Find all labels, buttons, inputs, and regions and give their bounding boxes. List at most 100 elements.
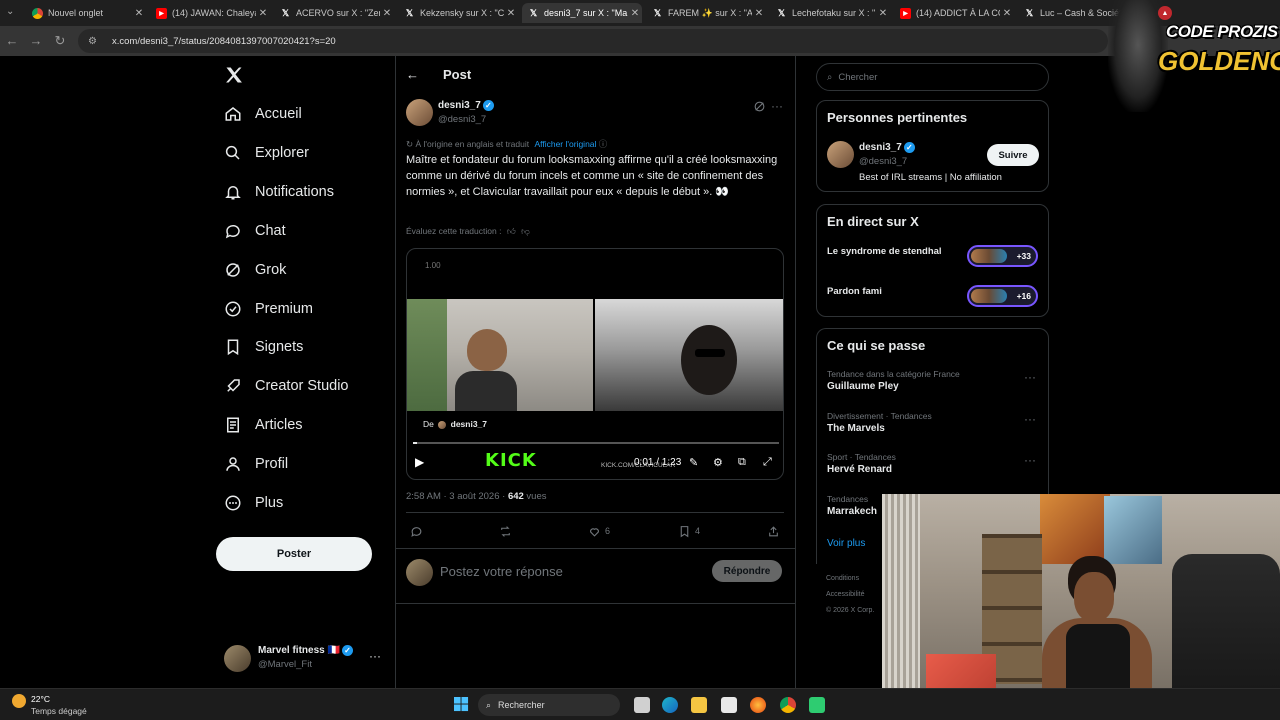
tab[interactable]: 𝕏desni3_7 sur X : "Ma ✕	[522, 3, 642, 23]
more-icon[interactable]: ···	[771, 99, 783, 113]
settings-icon[interactable]: ⚙	[713, 456, 723, 469]
tab[interactable]: ▶ (14) JAWAN: Chaleya ✕	[150, 3, 270, 23]
grok-icon[interactable]	[753, 100, 767, 114]
firefox-icon[interactable]	[750, 697, 766, 713]
sidebar-item-profil[interactable]: Profil	[224, 450, 288, 478]
author-name-row[interactable]: desni3_7 ✓	[438, 100, 494, 111]
tab[interactable]: Nouvel onglet ✕	[26, 3, 146, 23]
tab[interactable]: ▶ (14) ADDICT À LA CO ✕	[894, 3, 1014, 23]
close-icon[interactable]: ✕	[628, 8, 642, 19]
chrome-icon	[32, 7, 43, 19]
fullscreen-icon[interactable]: ⤢	[763, 456, 772, 469]
close-icon[interactable]: ✕	[1000, 8, 1014, 19]
play-icon[interactable]: ▶	[415, 455, 424, 469]
close-icon[interactable]: ✕	[256, 8, 270, 19]
file-explorer-icon[interactable]	[691, 697, 707, 713]
like-action[interactable]: 6	[588, 524, 610, 538]
bookmark-action[interactable]: 4	[678, 524, 700, 538]
search-placeholder: Chercher	[838, 71, 878, 83]
trend-name[interactable]: Guillaume Pley	[827, 381, 899, 392]
relevant-name[interactable]: desni3_7	[859, 142, 902, 153]
repost-action[interactable]	[499, 524, 516, 538]
account-switcher[interactable]: Marvel fitness 🇫🇷 ✓ @Marvel_Fit ···	[224, 643, 384, 673]
chrome-icon[interactable]	[780, 697, 796, 713]
tab[interactable]: 𝕏 Kekzensky sur X : "Cli ✕	[398, 3, 518, 23]
edge-icon[interactable]	[662, 697, 678, 713]
sidebar-item-creator-studio[interactable]: Creator Studio	[224, 372, 349, 400]
sidebar-item-grok[interactable]: Grok	[224, 256, 286, 284]
trend-name[interactable]: Hervé Renard	[827, 464, 892, 475]
video-source-user[interactable]: desni3_7	[451, 419, 487, 429]
more-icon[interactable]: ···	[1024, 412, 1036, 426]
back-arrow-icon[interactable]: ←	[4, 33, 20, 48]
author-name[interactable]: desni3_7	[438, 100, 481, 111]
video-player[interactable]: 1.00 De desni3_7 KICK KICK.COM/CLAVICULA…	[406, 248, 784, 480]
live-item[interactable]: Le syndrome de stendhal +33	[817, 245, 1048, 275]
close-icon[interactable]: ✕	[752, 8, 766, 19]
person-face-image	[1074, 572, 1114, 622]
close-icon[interactable]: ✕	[876, 8, 890, 19]
tab[interactable]: 𝕏 FAREM ✨ sur X : "Aj ✕	[646, 3, 766, 23]
live-avatars-pill[interactable]: +33	[967, 245, 1038, 267]
video-progress-track[interactable]	[413, 442, 779, 444]
rocket-icon	[224, 377, 242, 395]
reload-icon[interactable]: ↻	[52, 33, 68, 49]
sidebar-item-accueil[interactable]: Accueil	[224, 100, 302, 128]
app-icon[interactable]	[809, 697, 825, 713]
thumbs-up-icon[interactable]: 👍︎	[507, 226, 516, 236]
address-bar[interactable]: ⚙ x.com/desni3_7/status/2084081397007020…	[78, 29, 1108, 53]
tab-list-dropdown-icon[interactable]: ⌄	[6, 6, 14, 17]
sidebar-item-notifications[interactable]: Notifications	[224, 178, 334, 206]
task-view-icon[interactable]	[634, 697, 650, 713]
tab-title: Nouvel onglet	[48, 8, 104, 18]
site-info-icon[interactable]: ⚙	[88, 36, 102, 47]
footer-link[interactable]: Accessibilité	[826, 591, 865, 598]
author-avatar[interactable]	[406, 99, 433, 126]
store-icon[interactable]	[721, 697, 737, 713]
tab[interactable]: 𝕏 Lechefotaku sur X : " ✕	[770, 3, 890, 23]
temperature[interactable]: 22°C	[31, 694, 50, 704]
relevant-name-row[interactable]: desni3_7 ✓	[859, 142, 915, 153]
sidebar-item-articles[interactable]: Articles	[224, 411, 303, 439]
sidebar-item-chat[interactable]: Chat	[224, 217, 286, 245]
more-icon[interactable]: ···	[1024, 453, 1036, 467]
reply-action[interactable]	[410, 524, 427, 538]
picture-in-picture-icon[interactable]: ⧉	[738, 456, 746, 469]
video-time: 0:01 / 1:23	[634, 457, 682, 468]
close-icon[interactable]: ✕	[504, 8, 518, 19]
close-icon[interactable]: ✕	[380, 8, 394, 19]
reply-input[interactable]: Postez votre réponse	[440, 564, 563, 579]
reply-button[interactable]: Répondre	[712, 560, 782, 582]
show-more-link[interactable]: Voir plus	[827, 538, 865, 549]
share-action[interactable]	[767, 524, 784, 538]
trend-name[interactable]: The Marvels	[827, 423, 885, 434]
close-icon[interactable]: ✕	[132, 8, 146, 19]
edit-icon[interactable]: ✎	[689, 456, 698, 469]
post-button[interactable]: Poster	[216, 537, 372, 571]
windows-start-icon[interactable]	[454, 697, 469, 712]
more-icon[interactable]: ···	[1024, 370, 1036, 384]
back-arrow-icon[interactable]: ←	[406, 67, 419, 82]
trend-name[interactable]: Marrakech	[827, 506, 877, 517]
sidebar-item-explorer[interactable]: Explorer	[224, 139, 309, 167]
x-logo-icon[interactable]	[224, 65, 244, 85]
sidebar-item-plus[interactable]: Plus	[224, 489, 283, 517]
live-item[interactable]: Pardon fami +16	[817, 285, 1048, 315]
more-icon[interactable]: ···	[369, 649, 381, 663]
more-circle-icon	[224, 494, 242, 512]
show-original-link[interactable]: Afficher l'original	[534, 139, 596, 149]
thumbs-down-icon[interactable]: 👎︎	[521, 226, 530, 236]
taskbar-search[interactable]: ⌕ Rechercher	[478, 694, 620, 716]
live-avatars-pill[interactable]: +16	[967, 285, 1038, 307]
footer-link[interactable]: Conditions	[826, 575, 859, 582]
tab[interactable]: 𝕏 ACERVO sur X : "Zen ✕	[274, 3, 394, 23]
follow-button[interactable]: Suivre	[987, 144, 1039, 166]
search-input[interactable]: ⌕ Chercher	[816, 63, 1049, 91]
webcam-overlay	[882, 494, 1280, 720]
avatar[interactable]	[827, 141, 854, 168]
sidebar-item-signets[interactable]: Signets	[224, 333, 303, 361]
sidebar-item-premium[interactable]: Premium	[224, 295, 313, 323]
post-timestamp[interactable]: 2:58 AM · 3 août 2026 ·	[406, 491, 508, 502]
video-source[interactable]: De desni3_7	[423, 419, 487, 429]
forward-arrow-icon[interactable]: →	[28, 33, 44, 48]
